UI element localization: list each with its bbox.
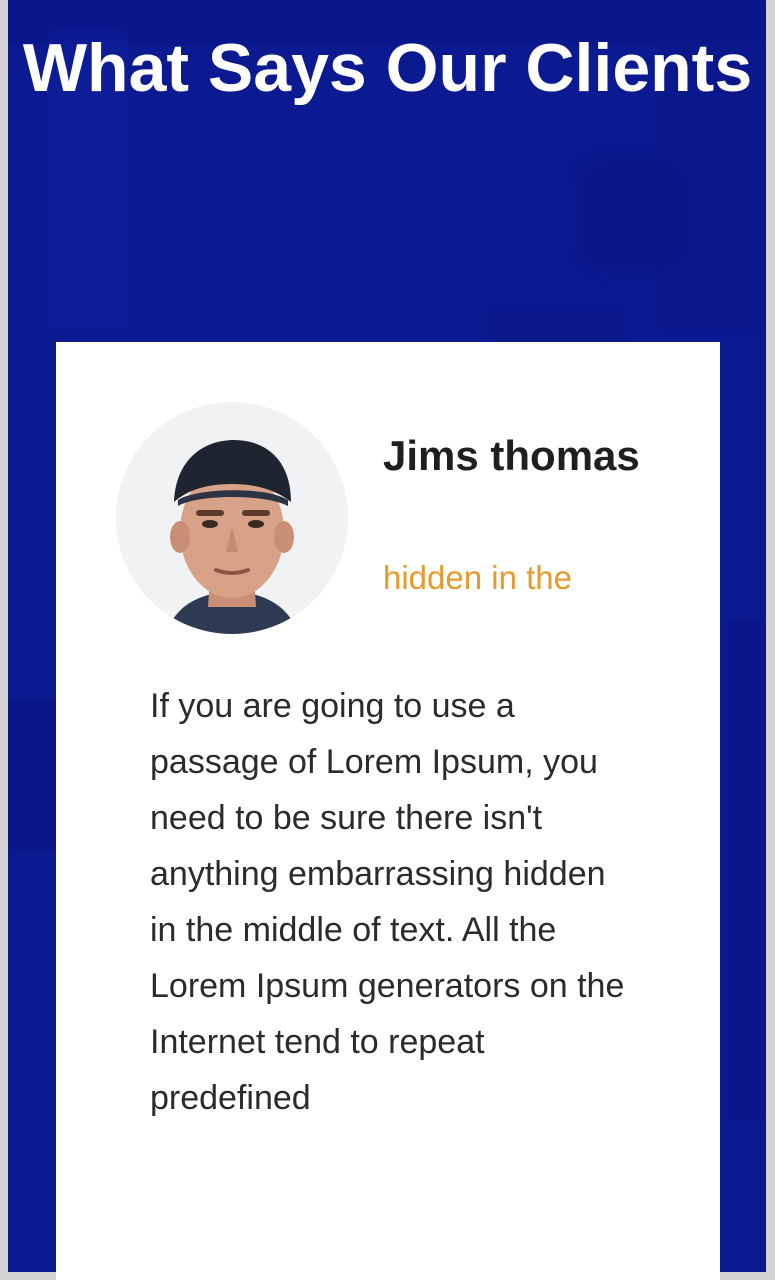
client-role: hidden in the [383, 559, 572, 596]
client-name: Jims thomas [383, 432, 640, 479]
testimonial-card: Jims thomas hidden in the If you are goi… [56, 342, 720, 1280]
section-title: What Says Our Clients [22, 30, 753, 106]
person-avatar-icon [116, 402, 348, 634]
background-overlay [728, 620, 766, 1120]
testimonial-text: If you are going to use a passage of Lor… [150, 687, 625, 1117]
background-overlay [8, 700, 58, 850]
background-overlay [488, 310, 628, 340]
client-avatar [116, 402, 348, 634]
